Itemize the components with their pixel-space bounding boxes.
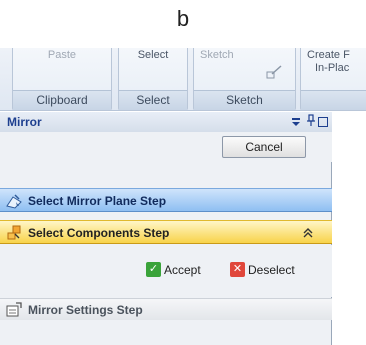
sketch-icon [266,65,282,79]
step-select-mirror-plane[interactable]: Select Mirror Plane Step [0,188,332,212]
clipboard-group-label: Clipboard [13,90,111,110]
accept-label: Accept [164,263,201,277]
deselect-icon: ✕ [230,262,245,277]
components-step-body: ✓ Accept ✕ Deselect [0,245,332,297]
plane-step-icon [6,194,22,209]
paste-command[interactable]: Paste [13,49,111,61]
select-command[interactable]: Select [119,49,187,61]
sketch-group-label: Sketch [194,90,295,110]
select-group-label: Select [119,90,187,110]
sketch-command[interactable]: Sketch [194,49,295,62]
ribbon-group-select[interactable]: Select Select [118,48,188,111]
step-select-mirror-plane-label: Select Mirror Plane Step [28,194,167,208]
cancel-row: Cancel [0,132,332,162]
step-mirror-settings[interactable]: Mirror Settings Step [0,298,332,320]
close-icon[interactable] [318,117,328,127]
ribbon-group-clipboard[interactable]: Paste Clipboard [12,48,112,111]
step-mirror-settings-label: Mirror Settings Step [28,303,143,317]
accept-button[interactable]: ✓ Accept [146,259,216,281]
step-select-components-label: Select Components Step [28,226,170,240]
pin-icon[interactable] [306,114,316,128]
create-command-line1[interactable]: Create F [301,49,366,62]
ribbon: Paste Clipboard Select Select Sketch Ske… [0,48,366,111]
components-step-icon [7,225,21,240]
panel-header: Mirror [0,112,332,132]
figure-caption: b [176,6,190,31]
graphics-canvas[interactable] [334,112,366,345]
create-group-label [301,90,366,110]
create-command-line2[interactable]: In-Plac [301,62,366,75]
mirror-panel: Mirror Cancel Select Mirror Plane Step S… [0,112,332,345]
panel-title: Mirror [7,115,42,129]
deselect-button[interactable]: ✕ Deselect [230,259,320,281]
ribbon-group-sketch[interactable]: Sketch Sketch [193,48,296,111]
dropdown-icon[interactable] [291,117,301,127]
settings-step-icon [6,302,22,317]
deselect-label: Deselect [248,263,295,277]
cancel-button[interactable]: Cancel [222,136,306,158]
accept-icon: ✓ [146,262,161,277]
ribbon-group-create[interactable]: Create F In-Plac [300,48,366,111]
step-select-components[interactable]: Select Components Step [0,220,332,244]
collapse-icon[interactable] [303,228,313,238]
